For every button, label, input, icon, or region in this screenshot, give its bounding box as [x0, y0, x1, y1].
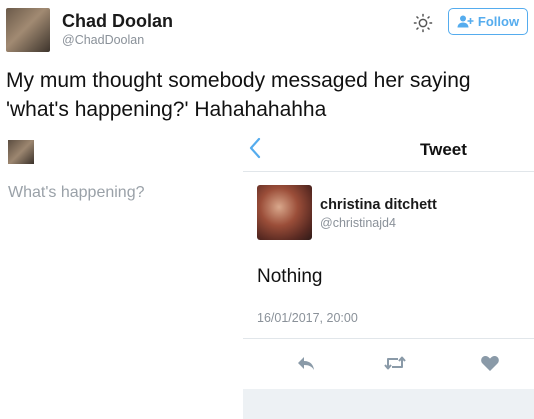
back-chevron-icon[interactable] [248, 137, 262, 159]
user-handle[interactable]: @ChadDoolan [62, 33, 144, 47]
embedded-tweet-text: Nothing [257, 266, 323, 287]
avatar[interactable] [6, 8, 50, 52]
retweet-icon[interactable] [384, 354, 406, 372]
user-display-name[interactable]: Chad Doolan [62, 11, 173, 32]
add-user-icon [457, 15, 474, 28]
author-handle[interactable]: @christinajd4 [320, 216, 396, 230]
divider [243, 338, 534, 339]
gear-icon[interactable] [412, 12, 434, 34]
like-icon[interactable] [480, 354, 500, 372]
reply-bar[interactable] [243, 389, 534, 419]
divider [243, 171, 534, 172]
composer-avatar [8, 140, 34, 164]
tweet-text: My mum thought somebody messaged her say… [6, 69, 471, 121]
tweet-timestamp: 16/01/2017, 20:00 [257, 311, 358, 325]
follow-label: Follow [477, 14, 520, 29]
reply-icon[interactable] [296, 354, 316, 372]
follow-button[interactable]: Follow [448, 8, 528, 35]
author-avatar[interactable] [257, 185, 312, 240]
tweet-nav-title: Tweet [420, 140, 467, 159]
compose-placeholder[interactable]: What's happening? [8, 184, 144, 202]
author-name[interactable]: christina ditchett [320, 197, 437, 213]
